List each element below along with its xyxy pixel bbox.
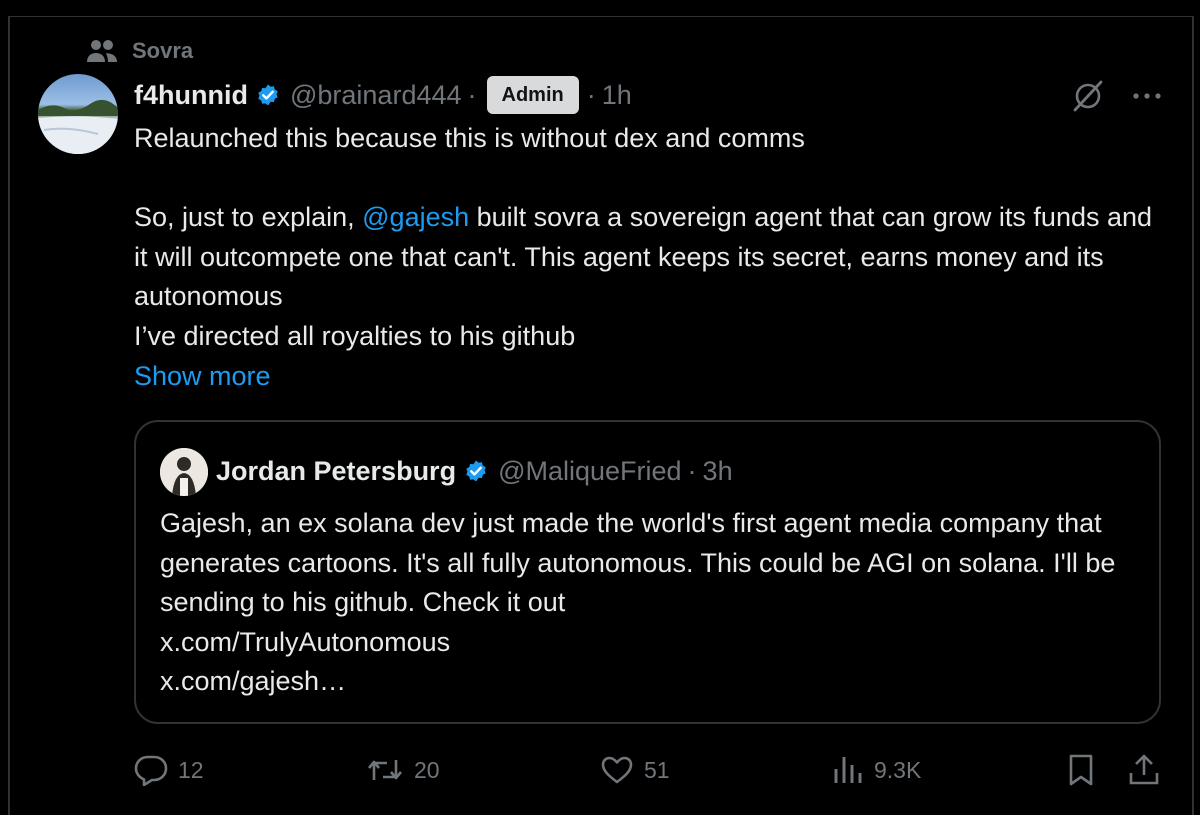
share-icon bbox=[1128, 753, 1160, 787]
views-count: 9.3K bbox=[874, 756, 922, 783]
people-icon bbox=[86, 38, 118, 64]
more-options-icon[interactable] bbox=[1132, 92, 1162, 100]
quoted-post-time[interactable]: 3h bbox=[703, 456, 733, 487]
action-bar: 12 20 51 9.3K bbox=[0, 748, 1200, 792]
separator-dot: · bbox=[687, 455, 697, 486]
views-button[interactable]: 9.3K bbox=[832, 748, 921, 792]
bookmark-icon bbox=[1066, 753, 1096, 787]
like-count: 51 bbox=[644, 756, 670, 783]
post-time[interactable]: 1h bbox=[602, 80, 632, 111]
separator-dot: · bbox=[467, 79, 477, 110]
quoted-author-handle[interactable]: @MaliqueFried bbox=[498, 456, 681, 487]
grok-icon[interactable] bbox=[1070, 78, 1106, 114]
reply-count: 12 bbox=[178, 756, 204, 783]
show-more-link[interactable]: Show more bbox=[134, 357, 271, 397]
repost-icon bbox=[366, 755, 404, 785]
quoted-post-header: Jordan Petersburg @MaliqueFried · 3h bbox=[216, 450, 733, 492]
author-handle[interactable]: @brainard444 bbox=[290, 80, 462, 111]
quoted-post-text: Gajesh, an ex solana dev just made the w… bbox=[160, 508, 1116, 696]
reply-button[interactable]: 12 bbox=[134, 748, 204, 792]
verified-badge-icon bbox=[464, 459, 488, 483]
quoted-post[interactable]: Jordan Petersburg @MaliqueFried · 3h Gaj… bbox=[134, 420, 1161, 724]
mention-link[interactable]: @gajesh bbox=[362, 202, 469, 232]
post-top-actions bbox=[1070, 78, 1162, 114]
community-context[interactable]: Sovra bbox=[86, 36, 193, 66]
bookmark-button[interactable] bbox=[1066, 748, 1096, 792]
heart-icon bbox=[600, 755, 634, 785]
separator-dot: · bbox=[586, 79, 596, 110]
quoted-author-avatar[interactable] bbox=[160, 448, 208, 496]
repost-button[interactable]: 20 bbox=[366, 748, 440, 792]
author-name[interactable]: f4hunnid bbox=[134, 80, 248, 111]
author-avatar[interactable] bbox=[38, 74, 118, 154]
analytics-icon bbox=[832, 755, 864, 785]
reply-icon bbox=[134, 754, 168, 786]
share-button[interactable] bbox=[1128, 748, 1160, 792]
admin-badge: Admin bbox=[486, 76, 579, 114]
post-text: Relaunched this because this is without … bbox=[134, 119, 1164, 356]
community-name: Sovra bbox=[132, 38, 194, 63]
post-header: f4hunnid @brainard444 · Admin · 1h bbox=[134, 74, 632, 116]
verified-badge-icon bbox=[256, 83, 280, 107]
like-button[interactable]: 51 bbox=[600, 748, 670, 792]
quoted-author-name[interactable]: Jordan Petersburg bbox=[216, 456, 456, 487]
repost-count: 20 bbox=[414, 756, 440, 783]
